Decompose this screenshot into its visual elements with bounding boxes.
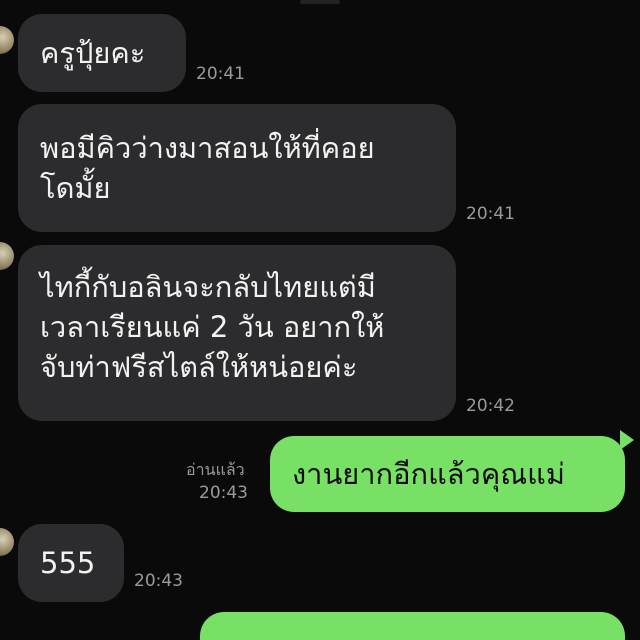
message-time: 20:41: [196, 64, 245, 84]
chat-thread[interactable]: ครูปุ้ยคะ 20:41 พอมีคิวว่างมาสอนให้ที่คอ…: [0, 0, 640, 640]
sender-avatar[interactable]: [0, 528, 14, 556]
outgoing-message-partial[interactable]: [200, 612, 625, 640]
incoming-message[interactable]: ไทกี้กับอลินจะกลับไทยแต่มี เวลาเรียนแค่ …: [18, 245, 456, 421]
incoming-message[interactable]: ครูปุ้ยคะ: [18, 14, 186, 92]
bubble-tail: [620, 430, 634, 450]
scroll-indicator: [300, 0, 340, 4]
sender-avatar[interactable]: [0, 26, 14, 54]
message-time: 20:43: [134, 571, 183, 591]
message-time: 20:41: [466, 204, 515, 224]
message-time: 20:43: [199, 483, 248, 503]
incoming-message[interactable]: พอมีคิวว่างมาสอนให้ที่คอย โดมั้ย: [18, 104, 456, 232]
sender-avatar[interactable]: [0, 242, 14, 270]
read-receipt: อ่านแล้ว: [186, 460, 245, 479]
outgoing-message[interactable]: งานยากอีกแล้วคุณแม่: [270, 436, 625, 512]
message-time: 20:42: [466, 396, 515, 416]
incoming-message[interactable]: 555: [18, 524, 124, 602]
